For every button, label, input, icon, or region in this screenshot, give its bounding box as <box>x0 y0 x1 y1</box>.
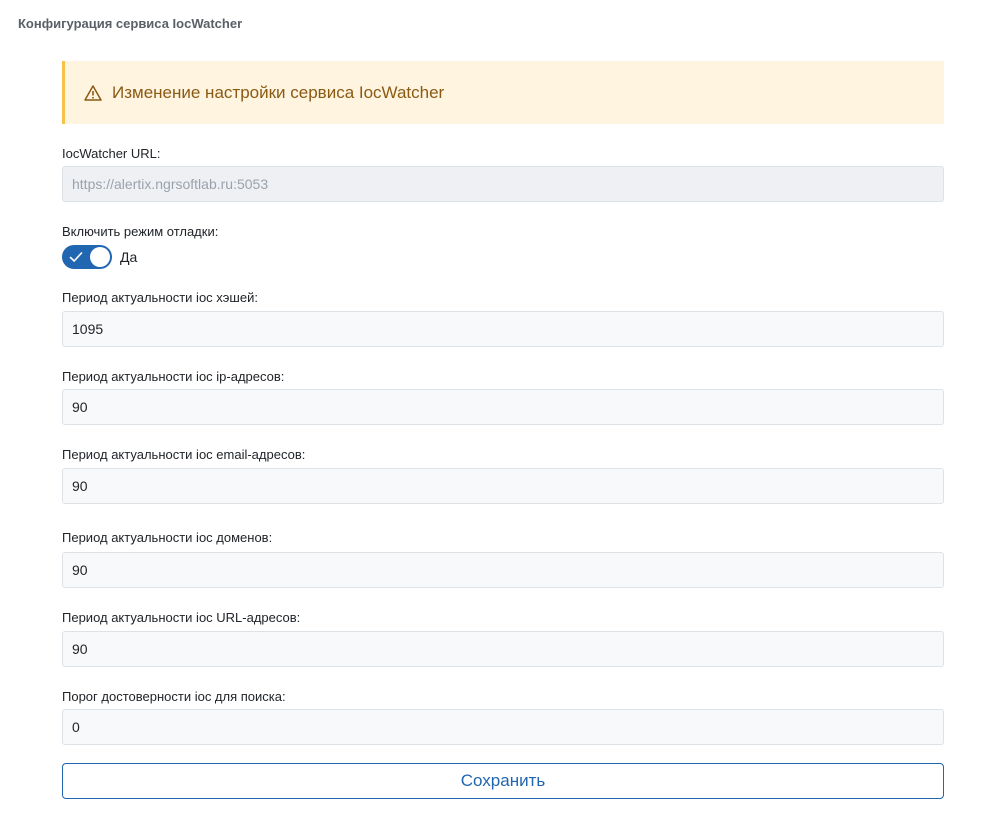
alert-text: Изменение настройки сервиса IocWatcher <box>112 82 445 102</box>
email-period-label: Период актуальности ioc email-адресов: <box>62 447 306 462</box>
debug-mode-label: Включить режим отладки: <box>62 224 219 239</box>
url-field-label: IocWatcher URL: <box>62 146 161 161</box>
confidence-threshold-label: Порог достоверности ioc для поиска: <box>62 689 286 704</box>
hash-period-input[interactable] <box>62 311 944 347</box>
debug-toggle-row: Да <box>62 245 137 269</box>
domain-period-label: Период актуальности ioc доменов: <box>62 530 273 545</box>
url-period-label: Период актуальности ioc URL-адресов: <box>62 610 301 625</box>
warning-alert: Изменение настройки сервиса IocWatcher <box>62 61 944 124</box>
ip-period-input[interactable] <box>62 389 944 425</box>
url-period-input[interactable] <box>62 631 944 667</box>
warning-triangle-icon <box>84 84 102 101</box>
debug-mode-state: Да <box>120 249 138 265</box>
email-period-input[interactable] <box>62 468 944 504</box>
page-title: Конфигурация сервиса IocWatcher <box>18 16 243 31</box>
debug-mode-toggle[interactable] <box>62 245 112 269</box>
ip-period-label: Период актуальности ioc ip-адресов: <box>62 369 285 384</box>
config-form: Изменение настройки сервиса IocWatcher I… <box>62 61 944 799</box>
url-input <box>62 166 944 202</box>
save-button[interactable]: Сохранить <box>62 763 944 799</box>
domain-period-input[interactable] <box>62 552 944 588</box>
check-icon <box>69 252 83 262</box>
confidence-threshold-input[interactable] <box>62 709 944 745</box>
hash-period-label: Период актуальности ioc хэшей: <box>62 290 258 305</box>
toggle-knob <box>90 247 110 267</box>
